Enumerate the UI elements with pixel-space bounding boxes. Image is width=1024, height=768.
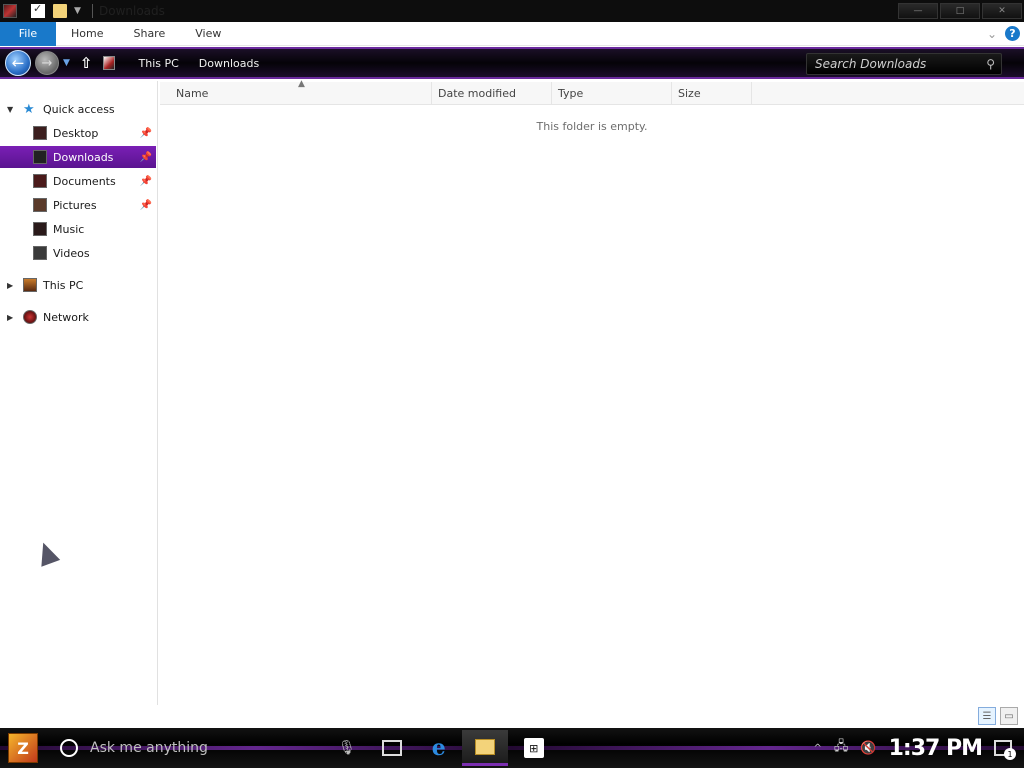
address-bar: ← → ▼ ⇧ This PC Downloads ⚲ [0, 47, 1024, 79]
tab-home[interactable]: Home [56, 22, 118, 46]
maximize-button[interactable]: □ [940, 3, 980, 19]
ribbon-tabs: File Home Share View ⌄ ? [0, 21, 1024, 46]
details-view-icon[interactable]: ☰ [978, 707, 996, 725]
pin-icon[interactable]: 📌 [140, 152, 152, 163]
store-icon[interactable]: ⊞ [523, 738, 544, 758]
nav-item-music[interactable]: Music [0, 218, 156, 240]
quick-access-toolbar-dropdown-icon[interactable]: ▼ [74, 6, 84, 16]
cortana-icon[interactable] [60, 739, 78, 757]
pin-icon[interactable]: 📌 [140, 128, 152, 139]
nav-item-label: Downloads [53, 150, 114, 164]
pin-icon[interactable]: 📌 [140, 200, 152, 211]
edge-browser-icon[interactable]: e [432, 735, 446, 761]
downloads-app-icon[interactable] [3, 4, 17, 18]
large-icons-view-icon[interactable]: ▭ [1000, 707, 1018, 725]
recent-locations-dropdown-icon[interactable]: ▼ [63, 58, 70, 68]
desktop-folder-icon [33, 126, 47, 140]
window-title: Downloads [99, 4, 165, 18]
music-folder-icon [33, 222, 47, 236]
file-explorer-task-button[interactable] [461, 730, 508, 766]
nav-item-label: Documents [53, 174, 116, 188]
nav-this-pc[interactable]: ▶ This PC [0, 274, 156, 296]
computer-icon [23, 278, 37, 292]
navigation-pane: ▼ ★ Quick access Desktop 📌 Downloads 📌 D… [0, 81, 158, 705]
back-button[interactable]: ← [5, 50, 31, 76]
nav-item-pictures[interactable]: Pictures 📌 [0, 194, 156, 216]
view-toggles: ☰ ▭ [978, 707, 1018, 725]
properties-icon[interactable] [31, 2, 45, 18]
column-header-label: Size [678, 87, 701, 100]
column-header-label: Date modified [438, 87, 516, 100]
breadcrumb-downloads[interactable]: Downloads [199, 57, 259, 70]
column-header-label: Type [558, 87, 584, 100]
column-header-label: Name [176, 87, 209, 100]
downloads-location-icon [102, 56, 115, 70]
ribbon-right-controls: ⌄ ? [987, 26, 1020, 41]
search-input[interactable] [815, 57, 975, 71]
search-icon[interactable]: ⚲ [986, 57, 995, 71]
clock[interactable]: 1:37 PM [889, 736, 983, 761]
new-folder-icon[interactable] [53, 4, 67, 18]
documents-folder-icon [33, 174, 47, 188]
star-icon: ★ [23, 102, 35, 117]
tab-share[interactable]: Share [118, 22, 180, 46]
column-header-date-modified[interactable]: Date modified [432, 82, 552, 105]
system-tray: ^ 🖧 🔇 1:37 PM 1 [814, 728, 1024, 768]
pin-icon[interactable]: 📌 [140, 176, 152, 187]
title-bar: ▼ Downloads — □ ✕ [0, 0, 1024, 22]
column-header-name[interactable]: ▲ Name [160, 79, 432, 105]
up-arrow-icon[interactable]: ⇧ [80, 54, 93, 72]
show-hidden-icons-chevron-icon[interactable]: ^ [814, 743, 822, 754]
start-logo-icon: Z [17, 738, 29, 758]
task-view-icon[interactable] [381, 740, 402, 756]
nav-network-label: Network [43, 310, 89, 324]
nav-item-documents[interactable]: Documents 📌 [0, 170, 156, 192]
network-status-icon[interactable]: 🖧 [834, 737, 849, 759]
nav-item-label: Pictures [53, 198, 97, 212]
column-headers: ▲ Name Date modified Type Size [160, 79, 1024, 105]
cortana-search-box[interactable]: Ask me anything [90, 740, 330, 756]
nav-item-label: Desktop [53, 126, 99, 140]
back-arrow-icon: ← [11, 54, 25, 72]
help-icon[interactable]: ? [1005, 26, 1020, 41]
tab-view[interactable]: View [180, 22, 236, 46]
action-center-icon[interactable]: 1 [994, 740, 1016, 760]
sort-ascending-icon: ▲ [298, 79, 305, 89]
tab-file[interactable]: File [0, 21, 56, 46]
close-button[interactable]: ✕ [982, 3, 1022, 19]
downloads-folder-icon [33, 150, 47, 164]
volume-muted-icon[interactable]: 🔇 [860, 741, 876, 756]
minimize-button[interactable]: — [898, 3, 938, 19]
forward-arrow-icon: → [41, 55, 53, 71]
expand-ribbon-chevron-icon[interactable]: ⌄ [987, 27, 997, 41]
nav-item-label: Videos [53, 246, 90, 260]
microphone-icon[interactable]: 🎙 [338, 740, 356, 756]
start-button[interactable]: Z [8, 733, 38, 763]
nav-item-label: Music [53, 222, 85, 236]
nav-network[interactable]: ▶ Network [0, 306, 156, 328]
breadcrumb-this-pc[interactable]: This PC [139, 57, 179, 70]
column-header-size[interactable]: Size [672, 82, 752, 105]
nav-item-videos[interactable]: Videos [0, 242, 156, 264]
notification-count-badge: 1 [1004, 748, 1016, 760]
column-header-type[interactable]: Type [552, 82, 672, 105]
search-box[interactable]: ⚲ [806, 53, 1002, 75]
folder-icon [474, 738, 495, 755]
forward-button[interactable]: → [35, 51, 59, 75]
nav-this-pc-label: This PC [43, 278, 84, 292]
nav-quick-access[interactable]: ▼ ★ Quick access [0, 98, 156, 120]
expand-chevron-icon[interactable]: ▶ [7, 281, 17, 290]
collapse-chevron-icon[interactable]: ▼ [7, 105, 17, 114]
pictures-folder-icon [33, 198, 47, 212]
videos-folder-icon [33, 246, 47, 260]
network-icon [23, 310, 37, 324]
taskbar: Z Ask me anything 🎙 e ⊞ ^ 🖧 🔇 1:37 PM 1 [0, 728, 1024, 768]
title-separator [92, 4, 93, 18]
empty-folder-message: This folder is empty. [536, 120, 648, 133]
window-controls: — □ ✕ [898, 0, 1024, 22]
expand-chevron-icon[interactable]: ▶ [7, 313, 17, 322]
nav-item-desktop[interactable]: Desktop 📌 [0, 122, 156, 144]
nav-quick-access-label: Quick access [43, 102, 115, 116]
nav-item-downloads[interactable]: Downloads 📌 [0, 146, 156, 168]
